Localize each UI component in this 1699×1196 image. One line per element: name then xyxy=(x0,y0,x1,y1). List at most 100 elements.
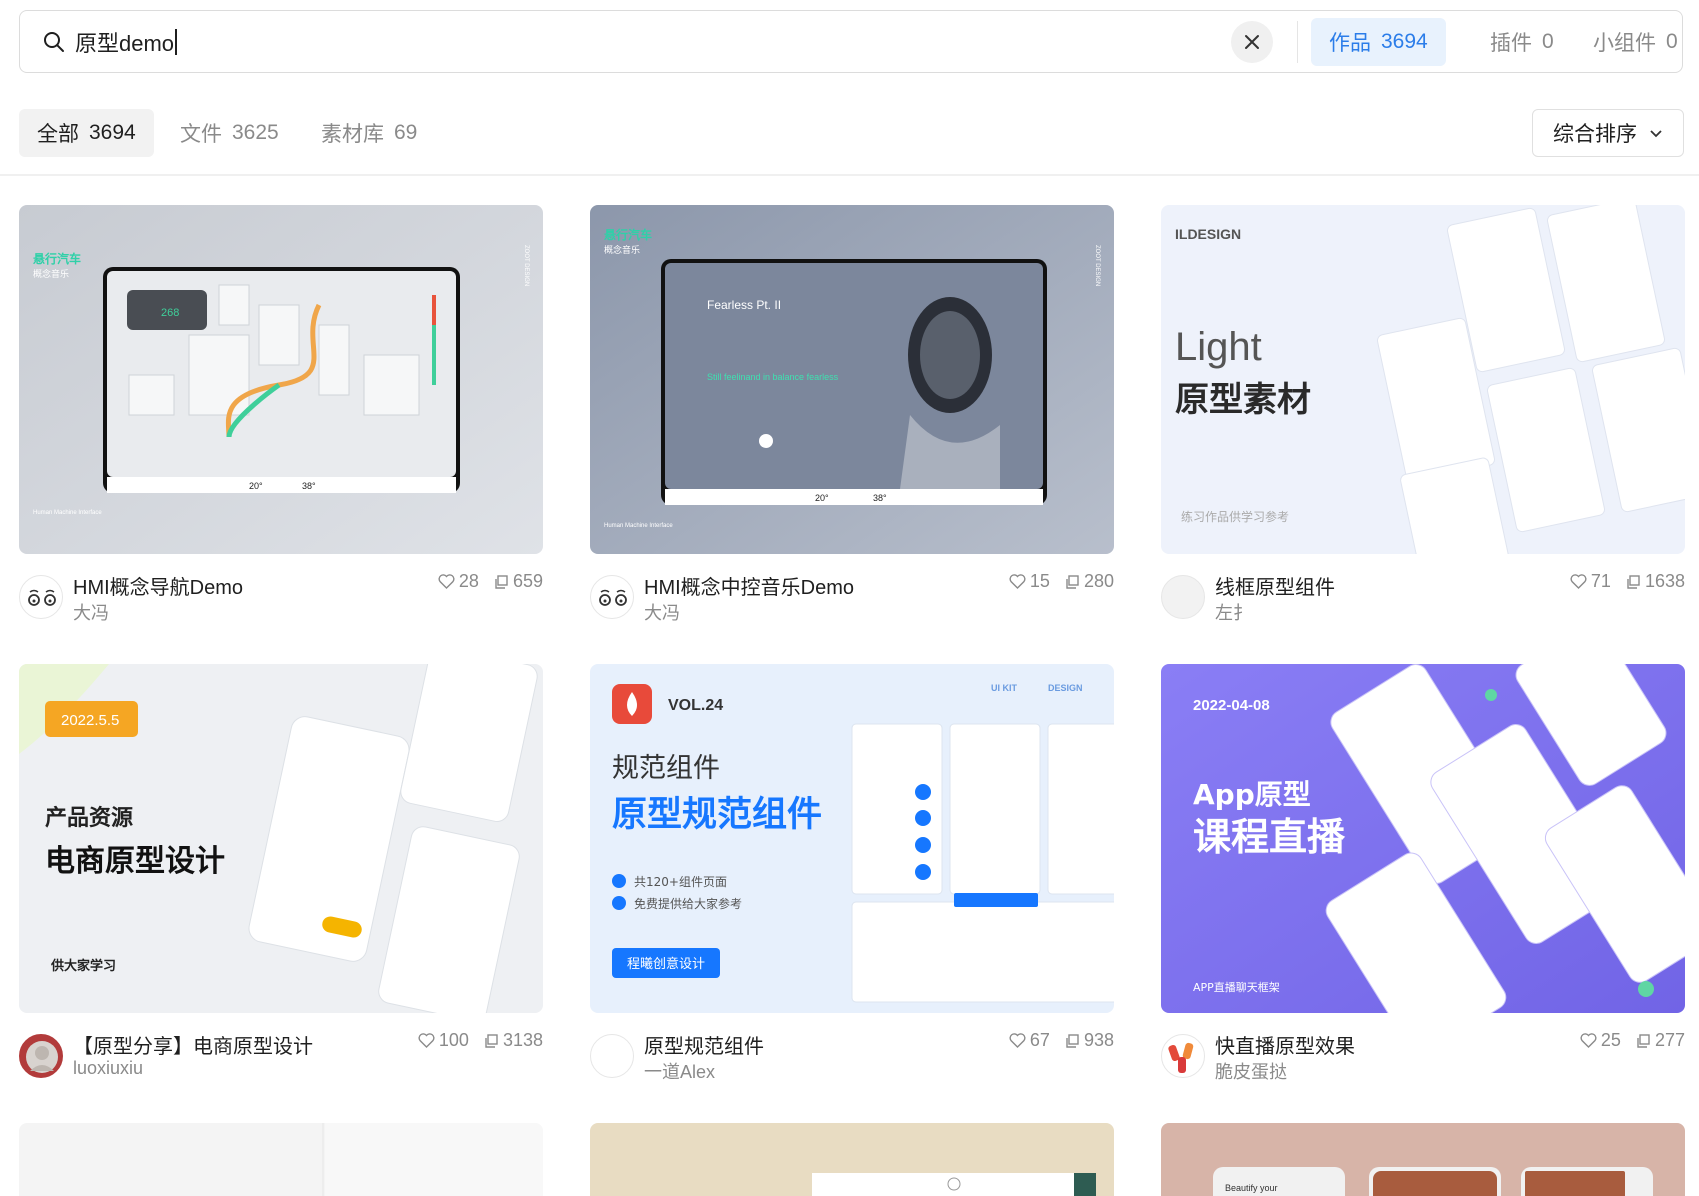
card-title[interactable]: 线框原型组件 xyxy=(1215,571,1335,600)
tab-label: 作品 xyxy=(1329,32,1371,55)
card-meta: 线框原型组件 左扌 71 1638 xyxy=(1161,564,1685,624)
thumb-bullet2: 免费提供给大家参考 xyxy=(634,896,742,911)
tab-plugins[interactable]: 插件 0 xyxy=(1472,18,1572,66)
copy-icon xyxy=(1066,574,1079,589)
avatar[interactable] xyxy=(1161,575,1205,619)
clear-search-button[interactable] xyxy=(1231,21,1273,63)
heart-icon xyxy=(1009,574,1026,589)
thumb-footer: Human Machine Interface xyxy=(33,510,102,516)
card-stats: 15 280 xyxy=(1009,571,1114,592)
thumb-side: ZOOT DESIGN xyxy=(1094,245,1100,286)
card-stats: 28 659 xyxy=(438,571,543,592)
tab-count: 0 xyxy=(1542,30,1554,53)
card-author[interactable]: 脆皮蛋挞 xyxy=(1215,1058,1287,1084)
card-stats: 25 277 xyxy=(1580,1030,1685,1051)
filter-all[interactable]: 全部 3694 xyxy=(19,109,154,157)
card-thumbnail[interactable]: 2022-04-08 App原型 课程直播 APP直播聊天框架 xyxy=(1161,664,1685,1013)
view-count: 659 xyxy=(493,571,543,592)
tab-works[interactable]: 作品 3694 xyxy=(1311,18,1446,66)
close-icon xyxy=(1245,35,1259,49)
filter-count: 3694 xyxy=(89,121,136,144)
thumb-cta: 程曦创意设计 xyxy=(627,956,705,972)
filter-files[interactable]: 文件 3625 xyxy=(162,109,297,157)
card-meta: HMI概念中控音乐Demo 大冯 15 280 xyxy=(590,564,1114,624)
card-thumbnail[interactable]: ILDESIGN Light 原型素材 练习作品供学习参考 xyxy=(1161,205,1685,554)
like-value: 71 xyxy=(1590,571,1611,591)
thumb-brand: ILDESIGN xyxy=(1175,226,1241,242)
thumb-line1: 产品资源 xyxy=(45,806,133,831)
tab-label: 小组件 xyxy=(1593,32,1656,55)
filter-libraries[interactable]: 素材库 69 xyxy=(303,109,435,157)
thumb-temp2: 38° xyxy=(302,481,316,491)
card-title[interactable]: 【原型分享】电商原型设计 xyxy=(73,1030,313,1059)
card-author[interactable]: 左扌 xyxy=(1215,599,1251,625)
like-count: 15 xyxy=(1009,571,1050,592)
thumb-design: DESIGN xyxy=(1048,683,1083,693)
filter-count: 3625 xyxy=(232,121,279,144)
view-value: 659 xyxy=(512,571,543,591)
thumb-note: 练习作品供学习参考 xyxy=(1181,509,1289,524)
card-title[interactable]: 快直播原型效果 xyxy=(1215,1030,1355,1059)
thumb-note: APP直播聊天框架 xyxy=(1193,980,1280,994)
copy-icon xyxy=(1066,1033,1079,1048)
search-query: 原型demo xyxy=(75,31,175,56)
card-thumbnail[interactable]: 2022.5.5 产品资源 电商原型设计 供大家学习 xyxy=(19,664,543,1013)
card-title[interactable]: HMI概念导航Demo xyxy=(73,571,243,600)
card-thumbnail[interactable]: VOL.24 UI KIT DESIGN 规范组件 原型规范组件 共120+组件… xyxy=(590,664,1114,1013)
card-thumbnail[interactable] xyxy=(19,1123,543,1196)
card-thumbnail[interactable]: 268 20° 38° 悬行汽车 概念音乐 Human Machine Inte… xyxy=(19,205,543,554)
view-value: 277 xyxy=(1654,1030,1685,1050)
thumb-lyric: Still feelinand in balance fearless xyxy=(707,372,839,382)
card-thumbnail[interactable]: Beautify your xyxy=(1161,1123,1685,1196)
like-count: 67 xyxy=(1009,1030,1050,1051)
thumb-line1: 规范组件 xyxy=(612,753,720,784)
card-meta: 原型规范组件 一道Alex 67 938 xyxy=(590,1023,1114,1083)
like-count: 25 xyxy=(1580,1030,1621,1051)
like-value: 28 xyxy=(458,571,479,591)
copy-icon xyxy=(1627,574,1640,589)
thumb-line2: 电商原型设计 xyxy=(45,844,225,879)
like-value: 15 xyxy=(1029,571,1050,591)
like-value: 25 xyxy=(1600,1030,1621,1050)
filter-label: 文件 xyxy=(180,123,222,146)
section-divider xyxy=(0,174,1699,176)
view-value: 1638 xyxy=(1644,571,1685,591)
card-author[interactable]: 大冯 xyxy=(644,599,680,625)
card-thumbnail[interactable]: Fearless Pt. II Still feelinand in balan… xyxy=(590,205,1114,554)
thumb-subtitle: 概念音乐 xyxy=(33,268,69,279)
search-input[interactable]: 原型demo xyxy=(75,23,177,61)
card-author[interactable]: 大冯 xyxy=(73,599,109,625)
thumb-text: Beautify your xyxy=(1225,1183,1278,1193)
card-title[interactable]: HMI概念中控音乐Demo xyxy=(644,571,854,600)
thumb-temp1: 20° xyxy=(815,493,829,503)
thumb-brand: 悬行汽车 xyxy=(603,227,652,242)
sort-dropdown[interactable]: 综合排序 xyxy=(1532,109,1684,157)
heart-icon xyxy=(438,574,455,589)
view-count: 1638 xyxy=(1625,571,1685,592)
avatar[interactable] xyxy=(590,575,634,619)
heart-icon xyxy=(1570,574,1587,589)
card-author[interactable]: luoxiuxiu xyxy=(73,1058,143,1079)
card-title[interactable]: 原型规范组件 xyxy=(644,1030,764,1059)
chevron-down-icon xyxy=(1650,130,1662,138)
tab-widgets[interactable]: 小组件 0 xyxy=(1575,18,1696,66)
like-value: 100 xyxy=(438,1030,469,1050)
card-meta: 【原型分享】电商原型设计 luoxiuxiu 100 3138 xyxy=(19,1023,543,1083)
heart-icon xyxy=(1009,1033,1026,1048)
tab-count: 0 xyxy=(1666,30,1678,53)
avatar[interactable] xyxy=(1161,1034,1205,1078)
thumb-brand: 悬行汽车 xyxy=(32,251,81,266)
view-count: 3138 xyxy=(483,1030,543,1051)
thumb-date: 2022.5.5 xyxy=(61,712,119,729)
thumb-side: ZOOT DESIGN xyxy=(523,245,529,286)
filter-label: 素材库 xyxy=(321,123,384,146)
avatar[interactable] xyxy=(590,1034,634,1078)
avatar[interactable] xyxy=(19,1034,63,1078)
thumb-kit: UI KIT xyxy=(991,683,1018,693)
card-thumbnail[interactable] xyxy=(590,1123,1114,1196)
heart-icon xyxy=(418,1033,435,1048)
card-author[interactable]: 一道Alex xyxy=(644,1058,715,1084)
avatar[interactable] xyxy=(19,575,63,619)
thumb-bullet1: 共120+组件页面 xyxy=(634,875,727,889)
thumb-song: Fearless Pt. II xyxy=(707,298,781,312)
